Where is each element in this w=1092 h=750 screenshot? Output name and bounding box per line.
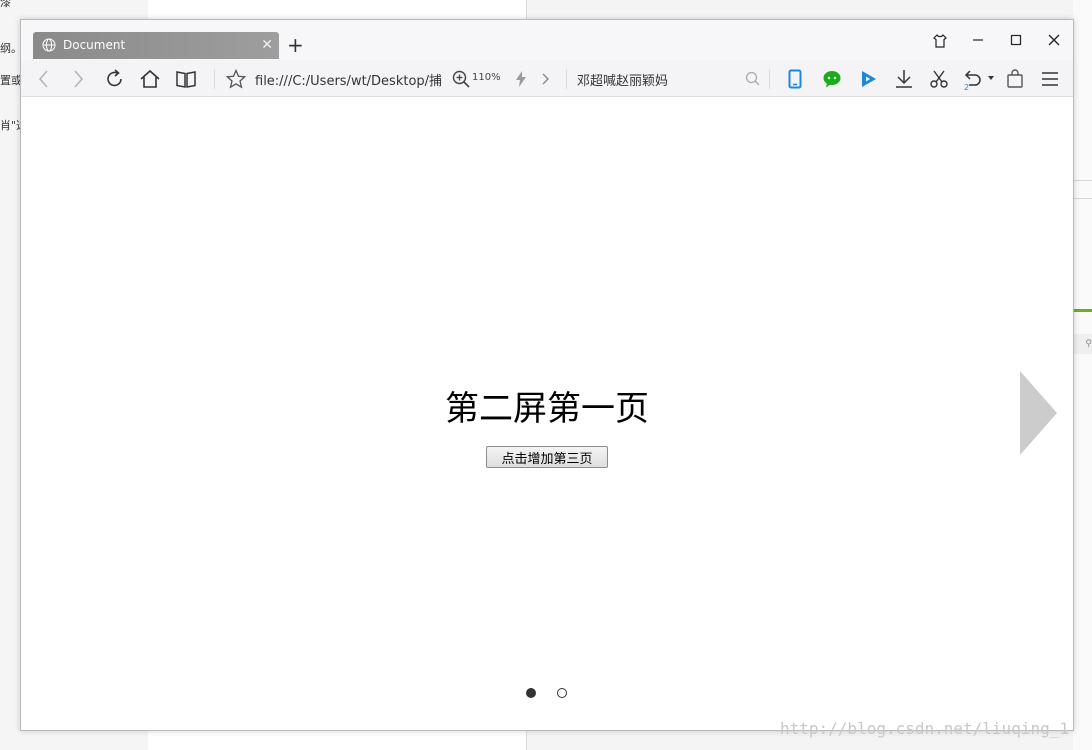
forward-icon[interactable] [67,68,89,90]
close-window-button[interactable] [1040,30,1068,52]
globe-icon [42,38,56,52]
scissors-screenshot-icon[interactable] [928,68,950,90]
background-text: 置或 [0,74,22,87]
search-icon[interactable] [742,68,764,90]
search-icon: ⚲ [1073,334,1092,354]
skin-shirt-icon[interactable] [926,30,954,52]
pagination-dot-1[interactable] [526,688,536,698]
title-bar: Document ✕ + [21,20,1073,60]
video-play-icon[interactable] [857,68,879,90]
undo-count-badge: 2 [964,83,970,92]
chevron-right-icon[interactable] [534,68,556,90]
reload-icon[interactable] [104,68,126,90]
new-tab-button[interactable]: + [287,34,304,56]
maximize-button[interactable] [1002,30,1030,52]
zoom-icon[interactable] [450,68,472,90]
dropdown-arrow-icon[interactable] [988,76,994,80]
background-right-panel: ⚲ [1073,0,1092,750]
divider [769,69,770,89]
mobile-phone-icon[interactable] [784,68,806,90]
background-text: 漆 [0,0,11,9]
divider [566,69,567,89]
green-accent-line [1073,309,1092,312]
page-content: 第二屏第一页 点击增加第三页 [21,97,1073,730]
shopping-bag-icon[interactable] [1004,68,1026,90]
download-icon[interactable] [893,68,915,90]
address-bar[interactable]: file:///C:/Users/wt/Desktop/捕 [255,70,441,89]
minimize-button[interactable] [964,30,992,52]
divider [1073,198,1092,199]
close-tab-icon[interactable]: ✕ [261,36,273,54]
next-slide-arrow-icon[interactable] [1020,371,1057,455]
watermark: http://blog.csdn.net/liuqing_1 [780,719,1069,738]
zoom-level[interactable]: 110% [472,72,501,83]
tab-title: Document [63,38,126,52]
pagination-dot-2[interactable] [557,688,567,698]
menu-icon[interactable] [1039,68,1061,90]
tab-document[interactable]: Document ✕ [33,32,279,59]
reading-mode-book-icon[interactable] [175,68,197,90]
navigation-toolbar: file:///C:/Users/wt/Desktop/捕 110% 邓超喊赵丽… [21,60,1073,97]
home-icon[interactable] [139,68,161,90]
browser-window: Document ✕ + file:///C:/Users/wt/Desktop… [20,19,1074,731]
lightning-icon[interactable] [510,68,532,90]
back-icon[interactable] [33,68,55,90]
add-third-page-button[interactable]: 点击增加第三页 [486,446,608,468]
wechat-icon[interactable] [821,68,843,90]
search-box[interactable]: 邓超喊赵丽颖妈 [577,70,668,89]
background-text: 纲。 [0,42,22,55]
divider [214,69,215,89]
divider [1073,180,1092,181]
page-heading: 第二屏第一页 [445,389,649,429]
favorite-star-icon[interactable] [225,68,247,90]
